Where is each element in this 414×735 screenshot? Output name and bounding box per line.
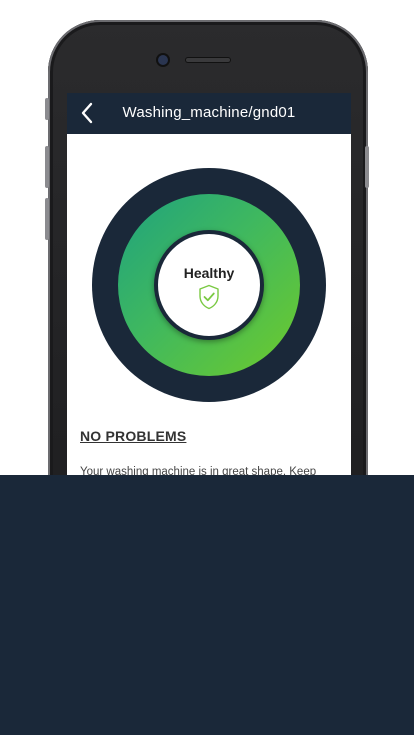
bottom-panel: [0, 475, 414, 735]
health-status-label: Healthy: [183, 265, 235, 281]
page-title: Washing_machine/gnd01: [122, 104, 296, 121]
earpiece-speaker: [186, 58, 230, 62]
back-button[interactable]: [77, 101, 101, 125]
volume-down-button: [45, 198, 49, 240]
power-button: [365, 146, 369, 188]
volume-up-button: [45, 146, 49, 188]
shield-check-icon: [199, 284, 219, 310]
gauge-center: Healthy: [158, 234, 260, 336]
app-screen: Washing_machine/gnd01 Healthy NO PROBLEM…: [67, 93, 351, 493]
problems-heading: NO PROBLEMS: [80, 428, 187, 444]
navigation-bar: Washing_machine/gnd01: [67, 93, 351, 134]
app-stage: Washing_machine/gnd01 Healthy NO PROBLEM…: [0, 0, 414, 735]
chevron-left-icon: [81, 102, 93, 124]
health-gauge: Healthy: [92, 168, 326, 402]
mute-switch: [45, 98, 49, 120]
front-camera: [158, 55, 168, 65]
